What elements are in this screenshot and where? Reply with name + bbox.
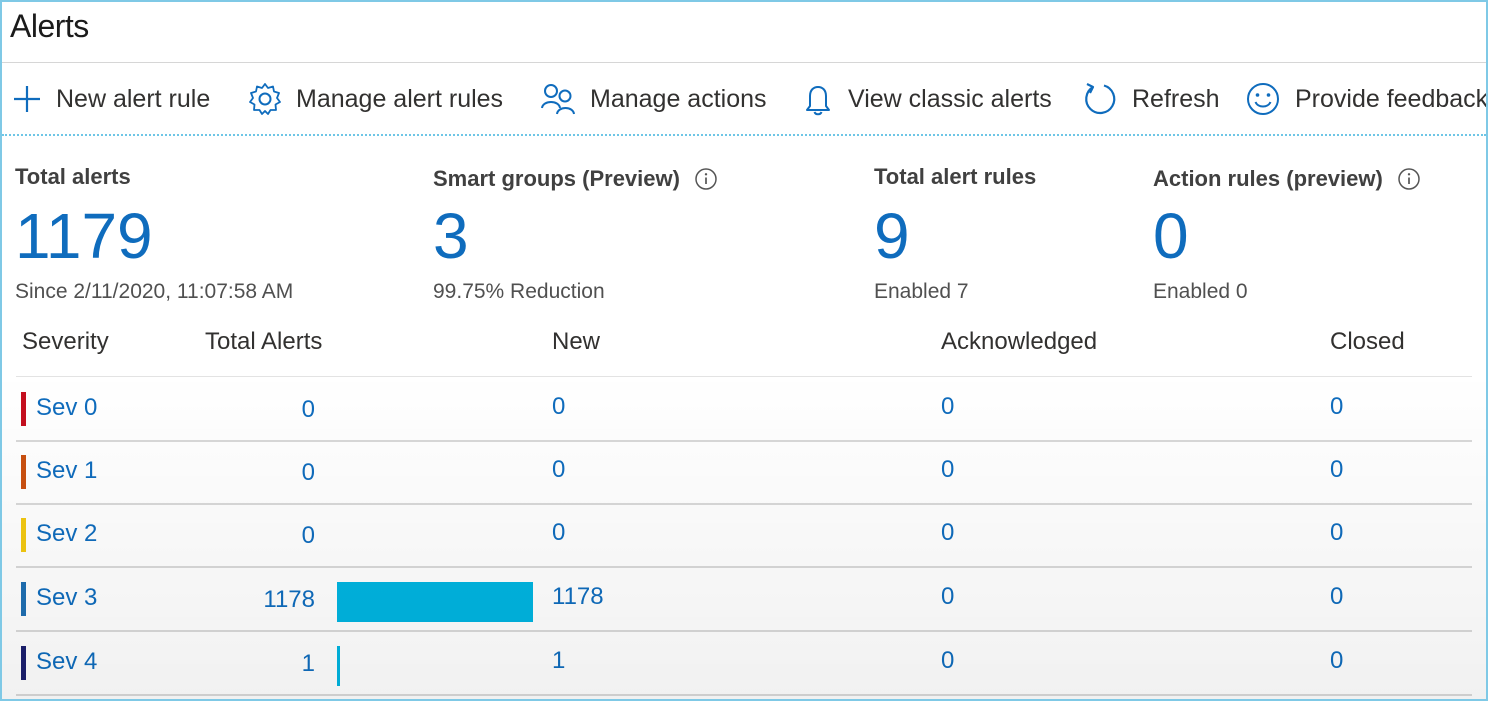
action-rules-enabled: Enabled 0 bbox=[1153, 280, 1248, 303]
closed-cell[interactable]: 0 bbox=[1330, 647, 1343, 675]
acknowledged-cell[interactable]: 0 bbox=[941, 583, 954, 611]
new-alerts-cell[interactable]: 1178 bbox=[552, 583, 604, 611]
total-alerts-cell[interactable]: 0 bbox=[215, 459, 315, 487]
closed-cell[interactable]: 0 bbox=[1330, 583, 1343, 611]
refresh-button[interactable]: Refresh bbox=[1082, 64, 1220, 134]
smart-groups-value: 3 bbox=[433, 200, 469, 272]
page-title: Alerts bbox=[10, 8, 89, 44]
total-alerts-label: Total alerts bbox=[15, 164, 131, 189]
total-alert-rules-tile[interactable]: Total alert rules 9 Enabled 7 bbox=[874, 164, 1036, 304]
info-icon[interactable] bbox=[694, 167, 718, 191]
new-alert-rule-button[interactable]: New alert rule bbox=[12, 64, 210, 134]
smiley-icon bbox=[1247, 83, 1279, 115]
new-alerts-cell[interactable]: 0 bbox=[552, 519, 565, 547]
header-acknowledged[interactable]: Acknowledged bbox=[941, 328, 1097, 356]
smart-groups-reduction: 99.75% Reduction bbox=[433, 280, 605, 303]
closed-cell[interactable]: 0 bbox=[1330, 393, 1343, 421]
table-row[interactable]: Sev 0 0 0 0 0 bbox=[16, 378, 1472, 442]
total-alert-rules-enabled: Enabled 7 bbox=[874, 280, 969, 303]
command-bar: New alert rule Manage alert rules Manage… bbox=[2, 64, 1486, 136]
smart-groups-label-row: Smart groups (Preview) bbox=[433, 166, 718, 192]
severity-color-bar bbox=[21, 518, 26, 552]
new-alert-rule-label: New alert rule bbox=[56, 84, 211, 113]
closed-cell[interactable]: 0 bbox=[1330, 519, 1343, 547]
severity-color-bar bbox=[21, 392, 26, 426]
total-alerts-since: Since 2/11/2020, 11:07:58 AM bbox=[15, 280, 294, 303]
action-rules-label: Action rules (preview) bbox=[1153, 166, 1383, 191]
total-alerts-bar bbox=[337, 582, 533, 622]
total-alerts-bar bbox=[337, 646, 533, 686]
closed-cell[interactable]: 0 bbox=[1330, 456, 1343, 484]
table-row[interactable]: Sev 3 1178 1178 0 0 bbox=[16, 568, 1472, 632]
total-alert-rules-label: Total alert rules bbox=[874, 164, 1037, 189]
manage-alert-rules-label: Manage alert rules bbox=[296, 84, 504, 113]
refresh-icon bbox=[1085, 83, 1116, 115]
action-rules-label-row: Action rules (preview) bbox=[1153, 166, 1421, 192]
table-row[interactable]: Sev 2 0 0 0 0 bbox=[16, 504, 1472, 568]
header-closed[interactable]: Closed bbox=[1330, 328, 1405, 356]
severity-link[interactable]: Sev 0 bbox=[36, 394, 97, 422]
manage-alert-rules-button[interactable]: Manage alert rules bbox=[248, 64, 503, 134]
total-alerts-value: 1179 bbox=[15, 200, 153, 272]
severity-color-bar bbox=[21, 582, 26, 616]
refresh-label: Refresh bbox=[1132, 84, 1220, 113]
header-new[interactable]: New bbox=[552, 328, 600, 356]
header-total-alerts[interactable]: Total Alerts bbox=[205, 328, 322, 356]
total-alert-rules-value: 9 bbox=[874, 200, 910, 272]
severity-link[interactable]: Sev 3 bbox=[36, 584, 97, 612]
total-alerts-cell[interactable]: 0 bbox=[215, 396, 315, 424]
acknowledged-cell[interactable]: 0 bbox=[941, 519, 954, 547]
total-alerts-cell[interactable]: 0 bbox=[215, 522, 315, 550]
severity-color-bar bbox=[21, 455, 26, 489]
table-row[interactable]: Sev 4 1 1 0 0 bbox=[16, 632, 1472, 696]
severity-link[interactable]: Sev 4 bbox=[36, 648, 97, 676]
table-header: Severity Total Alerts New Acknowledged C… bbox=[16, 318, 1472, 377]
severity-link[interactable]: Sev 1 bbox=[36, 457, 97, 485]
table-row[interactable]: Sev 1 0 0 0 0 bbox=[16, 441, 1472, 505]
total-alerts-bar-fill bbox=[337, 582, 533, 622]
smart-groups-tile[interactable]: Smart groups (Preview) 3 99.75% Reductio… bbox=[433, 166, 718, 304]
smart-groups-label: Smart groups (Preview) bbox=[433, 166, 680, 191]
new-alerts-cell[interactable]: 1 bbox=[552, 647, 565, 675]
new-alerts-cell[interactable]: 0 bbox=[552, 393, 565, 421]
total-alerts-bar-fill bbox=[337, 646, 340, 686]
total-alerts-tile[interactable]: Total alerts 1179 Since 2/11/2020, 11:07… bbox=[15, 164, 293, 304]
manage-actions-label: Manage actions bbox=[590, 84, 767, 113]
plus-icon bbox=[14, 86, 40, 112]
title-divider bbox=[2, 62, 1486, 63]
provide-feedback-label: Provide feedback bbox=[1295, 84, 1486, 113]
header-severity[interactable]: Severity bbox=[22, 328, 109, 356]
acknowledged-cell[interactable]: 0 bbox=[941, 456, 954, 484]
acknowledged-cell[interactable]: 0 bbox=[941, 393, 954, 421]
total-alerts-cell[interactable]: 1 bbox=[215, 650, 315, 678]
view-classic-alerts-button[interactable]: View classic alerts bbox=[802, 64, 1052, 134]
view-classic-alerts-label: View classic alerts bbox=[848, 84, 1052, 113]
acknowledged-cell[interactable]: 0 bbox=[941, 647, 954, 675]
info-icon[interactable] bbox=[1397, 167, 1421, 191]
provide-feedback-button[interactable]: Provide feedback bbox=[1245, 64, 1486, 134]
total-alerts-cell[interactable]: 1178 bbox=[215, 586, 315, 614]
bell-icon bbox=[806, 86, 830, 116]
people-icon bbox=[541, 84, 575, 115]
action-rules-tile[interactable]: Action rules (preview) 0 Enabled 0 bbox=[1153, 166, 1421, 304]
action-rules-value: 0 bbox=[1153, 200, 1189, 272]
manage-actions-button[interactable]: Manage actions bbox=[540, 64, 767, 134]
severity-link[interactable]: Sev 2 bbox=[36, 520, 97, 548]
gear-icon bbox=[249, 83, 281, 115]
summary-tiles: Total alerts 1179 Since 2/11/2020, 11:07… bbox=[0, 140, 1488, 315]
new-alerts-cell[interactable]: 0 bbox=[552, 456, 565, 484]
severity-color-bar bbox=[21, 646, 26, 680]
